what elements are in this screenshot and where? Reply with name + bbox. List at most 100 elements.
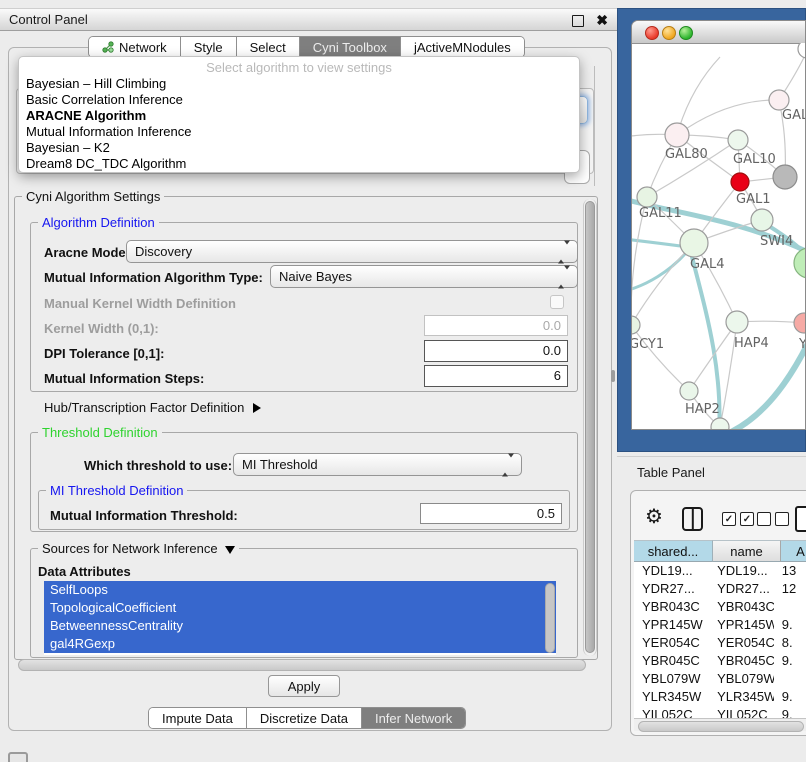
table-row[interactable]: YBR043CYBR043C [634, 598, 806, 616]
manual-kernel-width-checkbox[interactable] [550, 295, 564, 309]
network-node-y[interactable] [794, 313, 806, 333]
settings-horizontal-scrollbar[interactable] [18, 659, 586, 671]
table-settings-gear-icon[interactable]: ⚙ [645, 505, 663, 529]
unchecked-box-icon [757, 512, 771, 526]
network-window-titlebar[interactable] [632, 21, 805, 44]
network-node[interactable] [711, 418, 729, 430]
aracne-mode-label: Aracne Mode: [44, 245, 130, 260]
close-window-icon[interactable] [645, 26, 659, 40]
network-canvas[interactable]: GALGAL80GAL10GAL1GAL11SWI4GAL4GCY1HAP4YH… [632, 43, 806, 430]
network-node-gal10[interactable] [728, 130, 748, 150]
deselect-all-checkboxes-icon[interactable] [757, 512, 789, 526]
table-row[interactable]: YER054CYER054C8. [634, 634, 806, 652]
network-node-gcy1[interactable] [632, 316, 640, 334]
table-cell: YIL052C [634, 706, 709, 718]
network-node-swi4[interactable] [751, 209, 773, 231]
column-header-name[interactable]: name [713, 540, 781, 562]
column-header-shared[interactable]: shared... [634, 540, 713, 562]
table-row[interactable]: YDL19...YDL19...13 [634, 562, 806, 580]
table-horizontal-scrollbar[interactable] [634, 718, 806, 731]
mi-steps-field[interactable]: 6 [424, 365, 568, 387]
network-node-gal1[interactable] [731, 173, 749, 191]
table-row[interactable]: YBR045CYBR045C9. [634, 652, 806, 670]
table-cell: YBR045C [709, 652, 774, 670]
settings-vertical-scrollbar[interactable] [583, 199, 597, 656]
minimized-panel-icon[interactable] [8, 752, 28, 762]
network-edge[interactable] [677, 57, 720, 135]
node-label: Y [798, 337, 806, 352]
table-cell: YER054C [709, 634, 774, 652]
algorithm-option-aracne-algorithm[interactable]: ARACNE Algorithm [19, 108, 579, 124]
tab-discretize-data[interactable]: Discretize Data [247, 708, 362, 728]
algorithm-option-bayesian-hill-climbing[interactable]: Bayesian – Hill Climbing [19, 76, 579, 92]
network-node[interactable] [794, 248, 806, 278]
tab-network[interactable]: Network [89, 37, 181, 57]
tab-impute-data[interactable]: Impute Data [149, 708, 247, 728]
algorithm-option-mutual-information-inference[interactable]: Mutual Information Inference [19, 124, 579, 140]
tab-cyni-toolbox[interactable]: Cyni Toolbox [300, 37, 401, 57]
checked-box-icon: ✓ [722, 512, 736, 526]
table-row[interactable]: YDR27...YDR27...12 [634, 580, 806, 598]
network-node-hap2[interactable] [680, 382, 698, 400]
dpi-tolerance-field[interactable]: 0.0 [424, 340, 568, 362]
network-node[interactable] [798, 43, 806, 58]
select-all-checkboxes-icon[interactable]: ✓ ✓ [722, 512, 754, 526]
table-row[interactable]: YLR345WYLR345W9. [634, 688, 806, 706]
network-node-gal4[interactable] [680, 229, 708, 257]
minimize-window-icon[interactable] [662, 26, 676, 40]
tab-infer-network[interactable]: Infer Network [362, 708, 465, 728]
attribute-item-topologicalcoefficient[interactable]: TopologicalCoefficient [44, 599, 556, 617]
dpi-tolerance-label: DPI Tolerance [0,1]: [44, 346, 164, 361]
which-threshold-select[interactable]: MI Threshold [233, 453, 522, 476]
algorithm-dropdown-placeholder: Select algorithm to view settings [19, 59, 579, 76]
aracne-mode-select[interactable]: Discovery [126, 240, 578, 263]
table-cell: YDR27... [634, 580, 709, 598]
tab-style[interactable]: Style [181, 37, 237, 57]
tab-select[interactable]: Select [237, 37, 300, 57]
float-panel-icon[interactable] [572, 15, 584, 27]
hub-definition-toggle[interactable]: Hub/Transcription Factor Definition [44, 400, 261, 415]
attribute-item-selfloops[interactable]: SelfLoops [44, 581, 556, 599]
algorithm-option-dream8-dc-tdc-algorithm[interactable]: Dream8 DC_TDC Algorithm [19, 156, 579, 172]
data-attributes-list[interactable]: SelfLoopsTopologicalCoefficientBetweenne… [44, 581, 556, 655]
algorithm-dropdown[interactable]: Select algorithm to view settings Bayesi… [18, 56, 580, 173]
algorithm-option-basic-correlation-inference[interactable]: Basic Correlation Inference [19, 92, 579, 108]
table-row[interactable]: YBL079WYBL079W [634, 670, 806, 688]
zoom-window-icon[interactable] [679, 26, 693, 40]
table-row[interactable]: YPR145WYPR145W9. [634, 616, 806, 634]
network-node-gal[interactable] [769, 90, 789, 110]
table-row[interactable]: YIL052CYIL052C9. [634, 706, 806, 718]
attribute-item-gal4rgexp[interactable]: gal4RGexp [44, 635, 556, 653]
kernel-width-field[interactable]: 0.0 [424, 315, 568, 336]
mi-algorithm-type-select[interactable]: Naive Bayes [270, 265, 578, 288]
network-edge[interactable] [632, 325, 689, 391]
algorithm-option-bayesian-k2[interactable]: Bayesian – K2 [19, 140, 579, 156]
tab-label: Select [250, 40, 286, 55]
expand-right-icon[interactable] [253, 403, 261, 413]
tab-jactivemnodules[interactable]: jActiveMNodules [401, 37, 524, 57]
node-label: GAL1 [736, 192, 770, 207]
column-header-a[interactable]: A [781, 540, 806, 562]
network-node-hap4[interactable] [726, 311, 748, 333]
tab-label: Infer Network [375, 711, 452, 726]
close-panel-icon[interactable]: ✖ [596, 11, 608, 29]
attributes-scrollbar[interactable] [545, 583, 555, 653]
apply-button[interactable]: Apply [268, 675, 340, 697]
split-columns-icon[interactable] [682, 507, 703, 531]
control-panel-tabbar: Network Style Select Cyni ToolboxjActiveMNo… [88, 36, 525, 58]
network-edge[interactable] [677, 100, 779, 135]
table-function-icon[interactable] [795, 506, 806, 532]
network-window[interactable]: GALGAL80GAL10GAL1GAL11SWI4GAL4GCY1HAP4YH… [631, 20, 806, 430]
sources-group-toggle[interactable]: Sources for Network Inference [38, 541, 239, 556]
attribute-item-betweennesscentrality[interactable]: BetweennessCentrality [44, 617, 556, 635]
mi-threshold-field[interactable]: 0.5 [420, 503, 562, 524]
network-edge[interactable] [689, 322, 737, 391]
collapse-down-icon[interactable] [225, 546, 235, 554]
splitpane-handle[interactable] [611, 370, 615, 382]
network-icon [102, 41, 114, 53]
tab-label: Network [119, 40, 167, 55]
network-node-gal80[interactable] [665, 123, 689, 147]
network-node-gal11[interactable] [637, 187, 657, 207]
node-label: GAL4 [690, 257, 724, 272]
network-node[interactable] [773, 165, 797, 189]
